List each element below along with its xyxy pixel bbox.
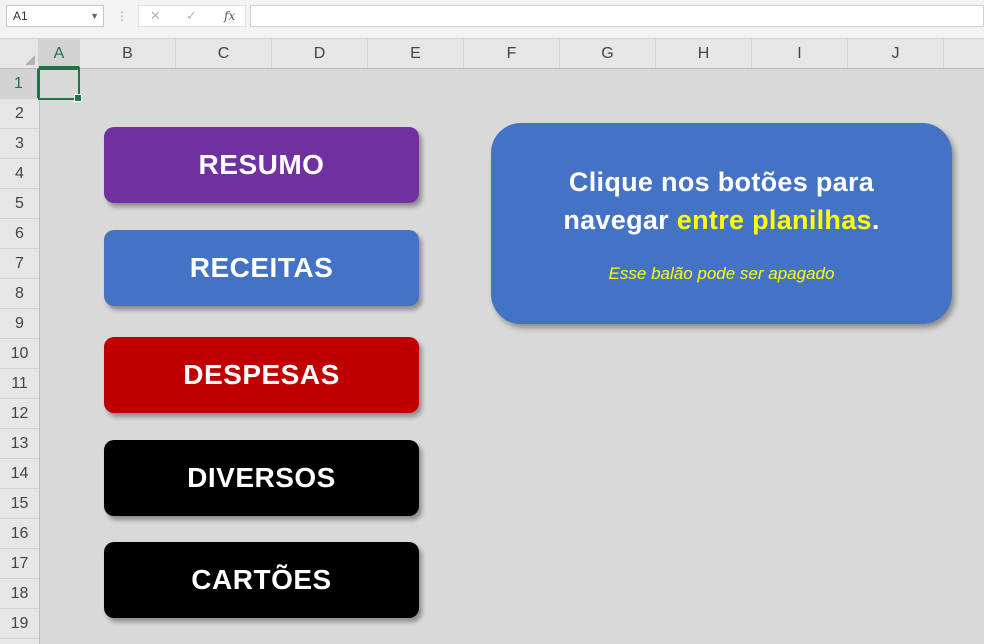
- row-header-10[interactable]: 10: [0, 339, 39, 369]
- row-header-19[interactable]: 19: [0, 609, 39, 639]
- column-header-b[interactable]: B: [80, 39, 176, 68]
- row-header-17[interactable]: 17: [0, 549, 39, 579]
- insert-function-icon[interactable]: fx: [224, 9, 235, 23]
- row-header-3[interactable]: 3: [0, 129, 39, 159]
- formula-input[interactable]: [250, 5, 984, 27]
- diversos-button[interactable]: DIVERSOS: [104, 440, 419, 516]
- row-header-7[interactable]: 7: [0, 249, 39, 279]
- row-header-18[interactable]: 18: [0, 579, 39, 609]
- cartoes-button[interactable]: CARTÕES: [104, 542, 419, 618]
- row-header-6[interactable]: 6: [0, 219, 39, 249]
- formula-buttons: ✕ ✓ fx: [138, 5, 246, 27]
- enter-icon[interactable]: ✓: [186, 8, 197, 24]
- chevron-down-icon[interactable]: ▼: [90, 6, 99, 26]
- selected-cell-a1[interactable]: [38, 68, 82, 102]
- row-header-16[interactable]: 16: [0, 519, 39, 549]
- column-headers: A B C D E F G H I J: [0, 39, 984, 69]
- row-header-1[interactable]: 1: [0, 69, 39, 99]
- row-headers: 1 2 3 4 5 6 7 8 9 10 11 12 13 14 15 16 1…: [0, 69, 40, 644]
- row-header-5[interactable]: 5: [0, 189, 39, 219]
- column-header-h[interactable]: H: [656, 39, 752, 68]
- row-header-8[interactable]: 8: [0, 279, 39, 309]
- select-all-button[interactable]: [0, 39, 39, 68]
- column-header-a[interactable]: A: [39, 39, 80, 68]
- resumo-button[interactable]: RESUMO: [104, 127, 419, 203]
- balloon-note: Esse balão pode ser apagado: [608, 264, 835, 283]
- balloon-highlight-text: entre planilhas: [676, 205, 872, 235]
- select-all-icon: [25, 55, 35, 65]
- row-header-13[interactable]: 13: [0, 429, 39, 459]
- row-header-12[interactable]: 12: [0, 399, 39, 429]
- formula-bar: A1 ▼ ⋮ ✕ ✓ fx: [0, 0, 984, 39]
- row-header-11[interactable]: 11: [0, 369, 39, 399]
- cancel-icon[interactable]: ✕: [150, 8, 161, 24]
- receitas-button[interactable]: RECEITAS: [104, 230, 419, 306]
- balloon-line-2-prefix: navegar: [563, 205, 677, 235]
- row-header-4[interactable]: 4: [0, 159, 39, 189]
- balloon-line-2-suffix: .: [871, 205, 880, 235]
- balloon-line-1: Clique nos botões para: [568, 167, 875, 197]
- balloon-line-2: navegar entre planilhas.: [491, 205, 952, 236]
- more-options-icon[interactable]: ⋮: [116, 9, 128, 23]
- fill-handle[interactable]: [74, 94, 82, 102]
- column-header-d[interactable]: D: [272, 39, 368, 68]
- row-header-2[interactable]: 2: [0, 99, 39, 129]
- column-header-j[interactable]: J: [848, 39, 944, 68]
- column-header-f[interactable]: F: [464, 39, 560, 68]
- row-header-15[interactable]: 15: [0, 489, 39, 519]
- row-header-14[interactable]: 14: [0, 459, 39, 489]
- row-header-9[interactable]: 9: [0, 309, 39, 339]
- column-header-c[interactable]: C: [176, 39, 272, 68]
- name-box-value: A1: [13, 9, 28, 23]
- instruction-balloon[interactable]: Clique nos botões para navegar entre pla…: [491, 123, 952, 324]
- column-header-e[interactable]: E: [368, 39, 464, 68]
- column-header-g[interactable]: G: [560, 39, 656, 68]
- name-box[interactable]: A1 ▼: [6, 5, 104, 27]
- column-header-i[interactable]: I: [752, 39, 848, 68]
- despesas-button[interactable]: DESPESAS: [104, 337, 419, 413]
- column-header-k[interactable]: [944, 39, 984, 68]
